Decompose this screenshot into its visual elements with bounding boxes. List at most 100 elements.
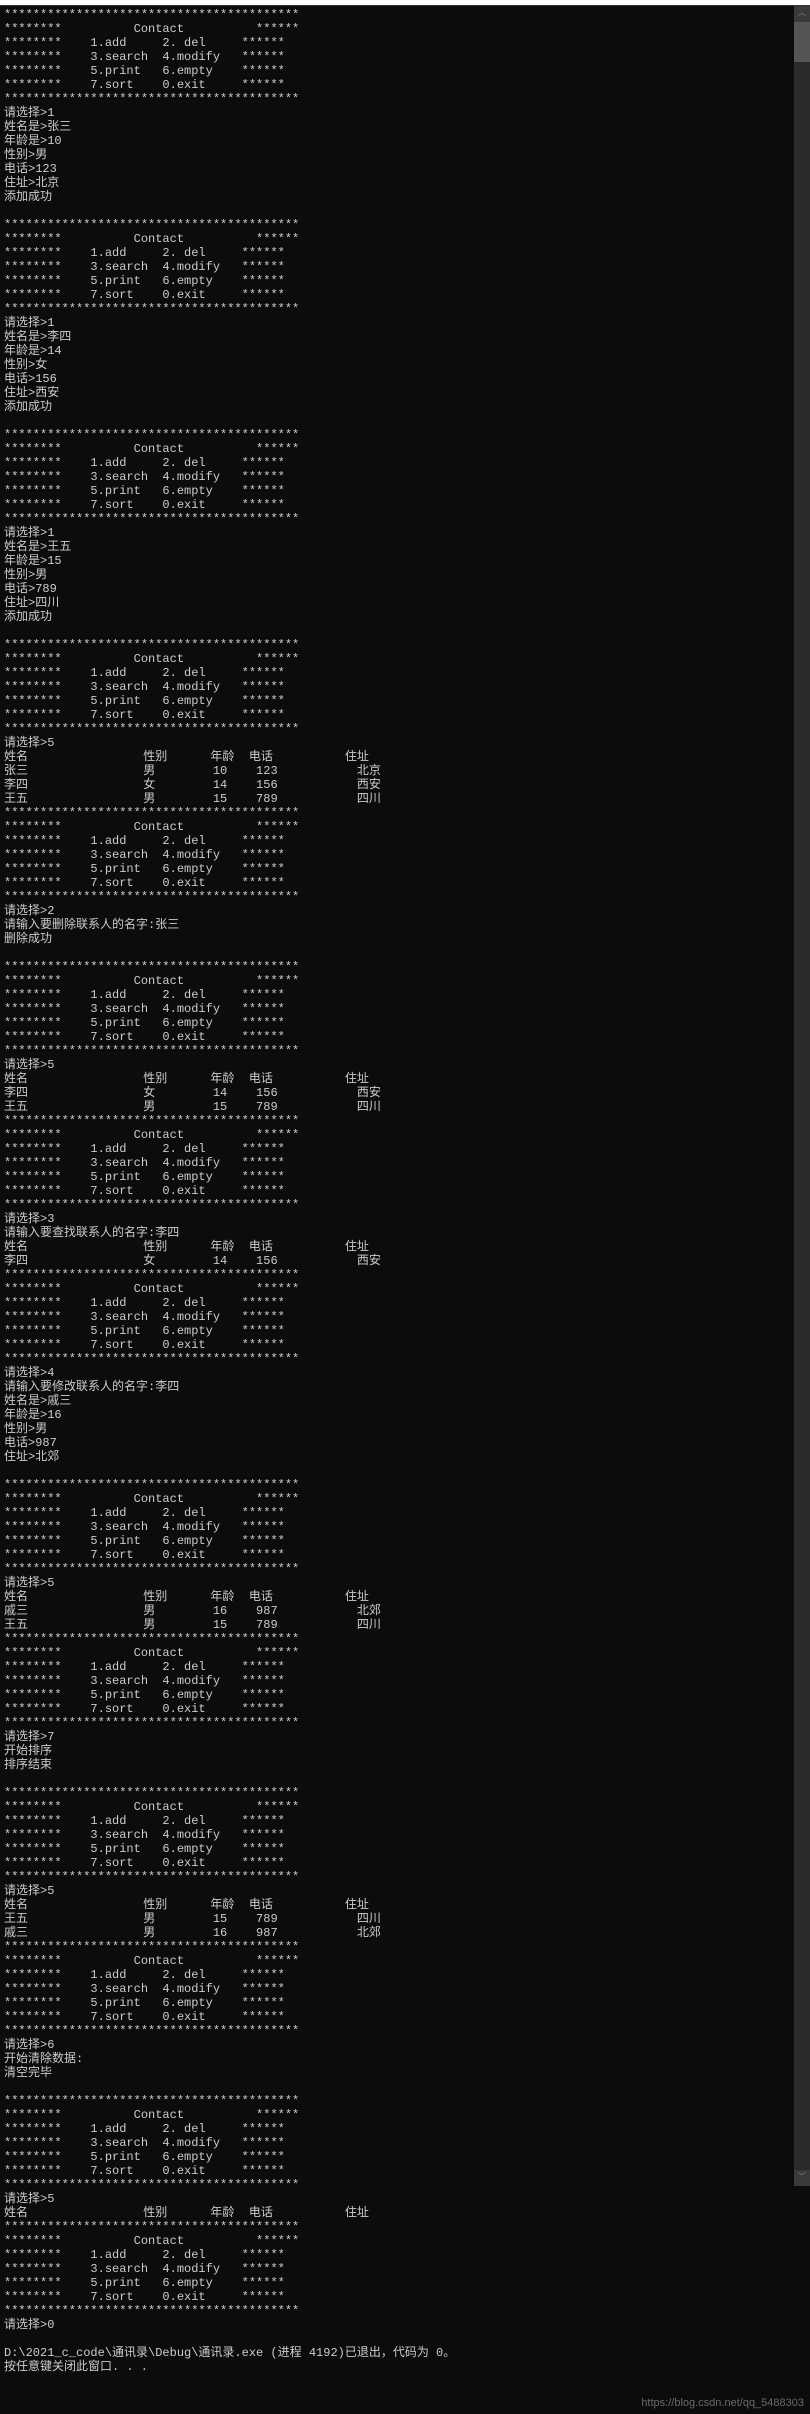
input-modify-name[interactable]: 李四 [155, 1380, 179, 1394]
menu-row-2: ******** 3.search 4.modify ****** [4, 848, 285, 862]
input-choice[interactable]: 3 [47, 1212, 54, 1226]
input-addr[interactable]: 四川 [35, 596, 59, 610]
input-age[interactable]: 15 [47, 554, 61, 568]
menu-row-2: ******** 3.search 4.modify ****** [4, 1982, 285, 1996]
input-age[interactable]: 10 [47, 134, 61, 148]
prompt-choose: 请选择> [4, 526, 47, 540]
menu-row-1: ******** 1.add 2. del ****** [4, 1296, 285, 1310]
menu-row-3: ******** 5.print 6.empty ****** [4, 274, 285, 288]
menu-row-1: ******** 1.add 2. del ****** [4, 36, 285, 50]
menu-border: ****************************************… [4, 1198, 299, 1212]
input-search-name[interactable]: 李四 [155, 1226, 179, 1240]
prompt-addr: 住址> [4, 596, 35, 610]
scroll-up-icon[interactable]: ︿ [794, 6, 810, 22]
input-tel[interactable]: 987 [35, 1436, 57, 1450]
vertical-scrollbar[interactable]: ︿ ﹀ [794, 6, 810, 2186]
table-row: 戚三 男 16 987 北郊 [4, 1604, 424, 1618]
table-row: 戚三 男 16 987 北郊 [4, 1926, 424, 1940]
menu-row-3: ******** 5.print 6.empty ****** [4, 1016, 285, 1030]
input-addr[interactable]: 北京 [35, 176, 59, 190]
menu-row-1: ******** 1.add 2. del ****** [4, 1814, 285, 1828]
menu-border: ****************************************… [4, 1478, 299, 1492]
input-addr[interactable]: 北郊 [35, 1450, 59, 1464]
menu-border: ****************************************… [4, 1114, 299, 1128]
menu-row-4: ******** 7.sort 0.exit ****** [4, 288, 285, 302]
input-choice[interactable]: 4 [47, 1366, 54, 1380]
table-row: 张三 男 10 123 北京 [4, 764, 424, 778]
menu-title: ******** Contact ****** [4, 2234, 299, 2248]
menu-row-3: ******** 5.print 6.empty ****** [4, 1996, 285, 2010]
scroll-down-icon[interactable]: ﹀ [794, 2170, 810, 2186]
msg-clear-end: 清空完毕 [4, 2066, 52, 2080]
table-header: 姓名 性别 年龄 电话 住址 [4, 1072, 412, 1086]
input-choice[interactable]: 5 [47, 1058, 54, 1072]
input-choice[interactable]: 1 [47, 526, 54, 540]
menu-row-1: ******** 1.add 2. del ****** [4, 1142, 285, 1156]
prompt-tel: 电话> [4, 582, 35, 596]
input-choice[interactable]: 5 [47, 736, 54, 750]
menu-border: ****************************************… [4, 428, 299, 442]
menu-row-2: ******** 3.search 4.modify ****** [4, 1674, 285, 1688]
menu-row-1: ******** 1.add 2. del ****** [4, 988, 285, 1002]
table-header: 姓名 性别 年龄 电话 住址 [4, 1240, 412, 1254]
msg-add-ok: 添加成功 [4, 190, 52, 204]
input-sex[interactable]: 女 [35, 358, 47, 372]
input-tel[interactable]: 123 [35, 162, 57, 176]
input-choice[interactable]: 6 [47, 2038, 54, 2052]
msg-add-ok: 添加成功 [4, 400, 52, 414]
prompt-name: 姓名是> [4, 540, 47, 554]
input-choice[interactable]: 5 [47, 1576, 54, 1590]
menu-border: ****************************************… [4, 638, 299, 652]
menu-row-1: ******** 1.add 2. del ****** [4, 456, 285, 470]
menu-border: ****************************************… [4, 1716, 299, 1730]
table-header: 姓名 性别 年龄 电话 住址 [4, 1898, 412, 1912]
menu-border: ****************************************… [4, 8, 299, 22]
input-name[interactable]: 戚三 [47, 1394, 71, 1408]
menu-border: ****************************************… [4, 1352, 299, 1366]
input-sex[interactable]: 男 [35, 1422, 47, 1436]
prompt-choose: 请选择> [4, 736, 47, 750]
input-sex[interactable]: 男 [35, 148, 47, 162]
menu-row-2: ******** 3.search 4.modify ****** [4, 1310, 285, 1324]
input-age[interactable]: 14 [47, 344, 61, 358]
menu-row-2: ******** 3.search 4.modify ****** [4, 50, 285, 64]
input-name[interactable]: 张三 [47, 120, 71, 134]
input-choice[interactable]: 2 [47, 904, 54, 918]
input-tel[interactable]: 156 [35, 372, 57, 386]
menu-border: ****************************************… [4, 960, 299, 974]
prompt-name: 姓名是> [4, 120, 47, 134]
input-choice[interactable]: 0 [47, 2318, 54, 2332]
prompt-sex: 性别> [4, 568, 35, 582]
input-choice[interactable]: 1 [47, 106, 54, 120]
scroll-thumb[interactable] [794, 22, 810, 62]
input-name[interactable]: 李四 [47, 330, 71, 344]
prompt-addr: 住址> [4, 386, 35, 400]
table-row: 王五 男 15 789 四川 [4, 1100, 424, 1114]
menu-row-2: ******** 3.search 4.modify ****** [4, 1520, 285, 1534]
input-tel[interactable]: 789 [35, 582, 57, 596]
input-age[interactable]: 16 [47, 1408, 61, 1422]
menu-row-2: ******** 3.search 4.modify ****** [4, 2136, 285, 2150]
input-choice[interactable]: 7 [47, 1730, 54, 1744]
menu-row-1: ******** 1.add 2. del ****** [4, 1968, 285, 1982]
input-choice[interactable]: 5 [47, 2192, 54, 2206]
menu-row-3: ******** 5.print 6.empty ****** [4, 1170, 285, 1184]
input-sex[interactable]: 男 [35, 568, 47, 582]
prompt-choose: 请选择> [4, 1058, 47, 1072]
input-del-name[interactable]: 张三 [155, 918, 179, 932]
table-row: 李四 女 14 156 西安 [4, 778, 424, 792]
menu-row-2: ******** 3.search 4.modify ****** [4, 1828, 285, 1842]
menu-border: ****************************************… [4, 92, 299, 106]
input-addr[interactable]: 西安 [35, 386, 59, 400]
prompt-age: 年龄是> [4, 1408, 47, 1422]
prompt-choose: 请选择> [4, 1884, 47, 1898]
table-header: 姓名 性别 年龄 电话 住址 [4, 2206, 412, 2220]
prompt-choose: 请选择> [4, 316, 47, 330]
input-name[interactable]: 王五 [47, 540, 71, 554]
input-choice[interactable]: 1 [47, 316, 54, 330]
menu-row-2: ******** 3.search 4.modify ****** [4, 260, 285, 274]
msg-sort-start: 开始排序 [4, 1744, 52, 1758]
msg-add-ok: 添加成功 [4, 610, 52, 624]
menu-title: ******** Contact ****** [4, 442, 299, 456]
input-choice[interactable]: 5 [47, 1884, 54, 1898]
